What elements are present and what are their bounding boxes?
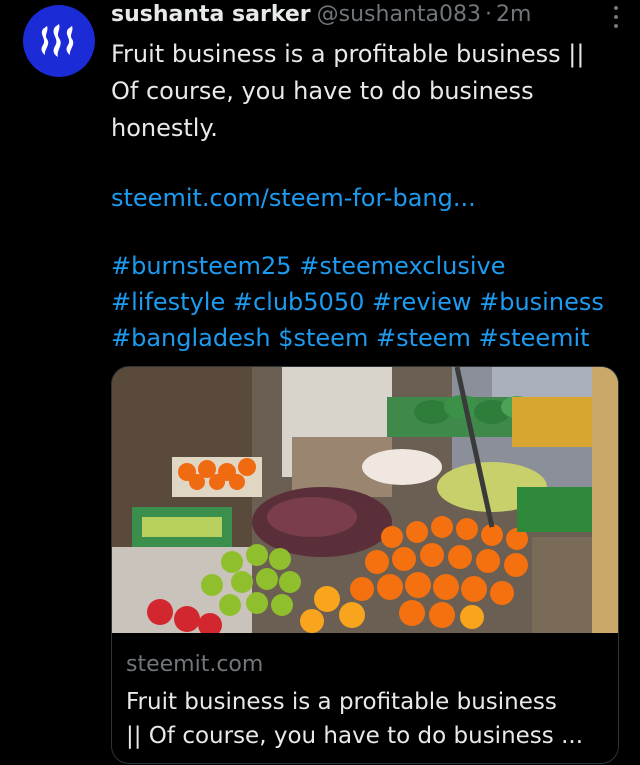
author-name[interactable]: sushanta sarker	[111, 2, 311, 27]
hashtag[interactable]: #burnsteem25	[111, 252, 292, 280]
tweet-text: Fruit business is a profitable business …	[111, 36, 621, 147]
hashtag[interactable]: #steem	[376, 324, 471, 352]
cashtag[interactable]: $steem	[278, 324, 368, 352]
card-image[interactable]	[112, 367, 619, 633]
tweet-link[interactable]: steemit.com/steem-for-bang...	[111, 180, 476, 217]
more-options-icon[interactable]	[612, 6, 620, 32]
hashtag[interactable]: #club5050	[233, 288, 365, 316]
avatar[interactable]	[23, 5, 95, 77]
tweet-text-line: honestly.	[111, 114, 218, 142]
hashtag[interactable]: #lifestyle	[111, 288, 225, 316]
card-title-line: Fruit business is a profitable business	[126, 689, 557, 715]
hashtag[interactable]: #bangladesh	[111, 324, 271, 352]
separator-dot: ·	[485, 2, 492, 27]
author-handle[interactable]: @sushanta083	[317, 2, 481, 27]
hashtag[interactable]: #business	[479, 288, 604, 316]
hashtag[interactable]: #steemexclusive	[299, 252, 505, 280]
tweet-text-line: Of course, you have to do business	[111, 77, 534, 105]
steem-logo-icon	[41, 24, 74, 57]
link-preview-card[interactable]: steemit.com Fruit business is a profitab…	[111, 366, 619, 764]
card-domain: steemit.com	[126, 652, 264, 677]
hashtags: #burnsteem25 #steemexclusive #lifestyle …	[111, 248, 621, 356]
tweet-header: sushanta sarker @sushanta083 · 2m	[111, 2, 626, 34]
hashtag[interactable]: #steemit	[479, 324, 590, 352]
card-title: Fruit business is a profitable business …	[126, 685, 606, 753]
card-title-line: || Of course, you have to do business ..…	[126, 723, 584, 749]
tweet-text-line: Fruit business is a profitable business …	[111, 40, 585, 68]
hashtag[interactable]: #review	[372, 288, 471, 316]
tweet-time[interactable]: 2m	[496, 2, 531, 27]
